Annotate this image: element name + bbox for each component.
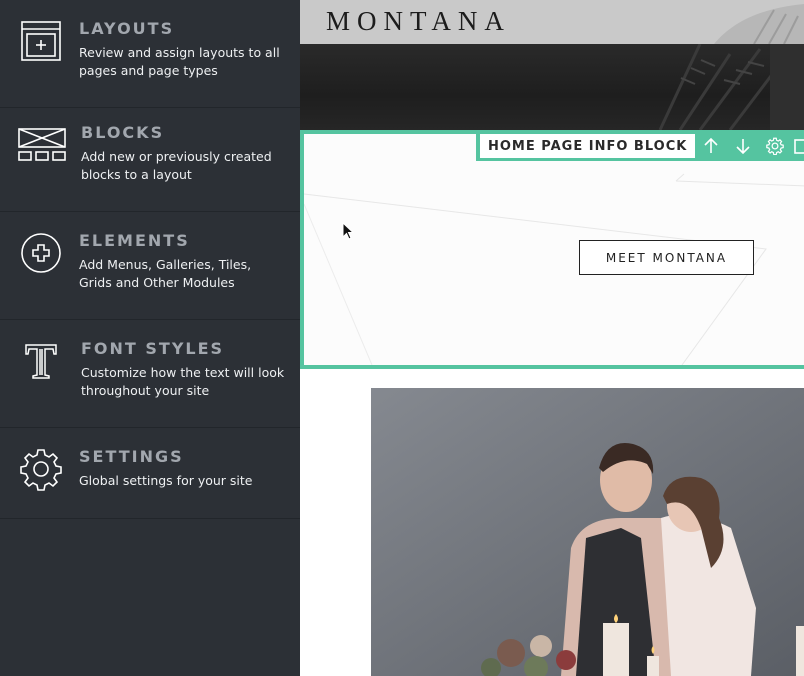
sidebar-item-font-styles[interactable]: FONT STYLES Customize how the text will … xyxy=(0,320,300,428)
sidebar-item-title: LAYOUTS xyxy=(79,19,175,38)
photo-illustration xyxy=(371,388,804,676)
sidebar-item-desc: Customize how the text will look through… xyxy=(81,365,285,398)
site-header: MONTANA xyxy=(300,0,804,44)
gear-icon xyxy=(18,446,64,492)
couple-photo xyxy=(371,388,804,676)
sidebar-item-title: FONT STYLES xyxy=(81,339,225,358)
page-preview: MONTANA HOME PAGE INFO BLOCK MEET MONTAN… xyxy=(300,0,804,676)
arrow-up-icon[interactable] xyxy=(695,131,727,161)
sidebar-item-settings[interactable]: SETTINGS Global settings for your site xyxy=(0,428,300,519)
sidebar-item-title: SETTINGS xyxy=(79,447,184,466)
blocks-icon xyxy=(16,122,68,168)
foliage-decoration xyxy=(714,4,804,44)
site-logo: MONTANA xyxy=(326,6,511,36)
sidebar-item-desc: Review and assign layouts to all pages a… xyxy=(79,45,280,78)
sidebar-item-title: BLOCKS xyxy=(81,123,165,142)
meet-montana-button[interactable]: MEET MONTANA xyxy=(579,240,754,275)
sidebar-item-desc: Add Menus, Galleries, Tiles, Grids and O… xyxy=(79,257,252,290)
sidebar-item-desc: Global settings for your site xyxy=(79,473,253,488)
layout-icon xyxy=(18,18,64,64)
sidebar-item-blocks[interactable]: BLOCKS Add new or previously created blo… xyxy=(0,104,300,212)
hero-image xyxy=(300,43,804,131)
sidebar-item-title: ELEMENTS xyxy=(79,231,190,250)
plus-circle-icon xyxy=(18,230,64,276)
gear-icon[interactable] xyxy=(759,131,791,161)
block-label: HOME PAGE INFO BLOCK xyxy=(480,134,696,158)
arrow-down-icon[interactable] xyxy=(727,131,759,161)
foliage-image xyxy=(658,43,804,131)
copy-icon[interactable] xyxy=(791,131,804,161)
font-t-icon xyxy=(18,338,64,384)
sidebar: LAYOUTS Review and assign layouts to all… xyxy=(0,0,300,676)
sidebar-item-desc: Add new or previously created blocks to … xyxy=(81,149,272,182)
block-toolbar: HOME PAGE INFO BLOCK xyxy=(476,131,804,161)
sidebar-item-elements[interactable]: ELEMENTS Add Menus, Galleries, Tiles, Gr… xyxy=(0,212,300,320)
sidebar-item-layouts[interactable]: LAYOUTS Review and assign layouts to all… xyxy=(0,0,300,108)
